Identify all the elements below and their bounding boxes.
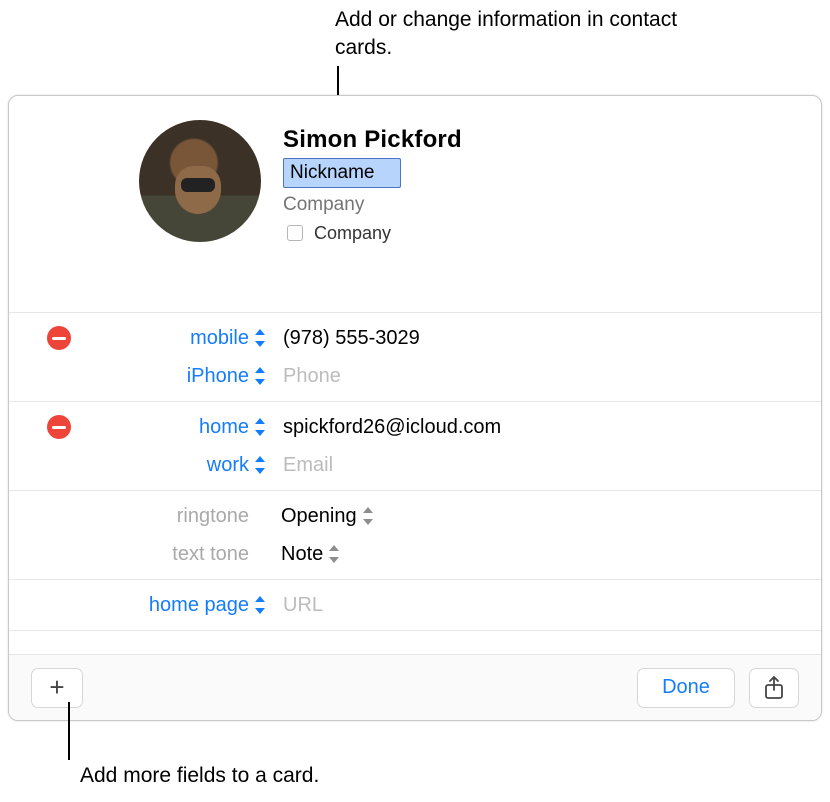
callout-add-fields: Add more fields to a card. (80, 762, 319, 790)
texttone-row: text tone Note (9, 535, 821, 573)
tones-group: ringtone Opening text tone (9, 491, 821, 580)
ringtone-value: Opening (281, 505, 357, 528)
add-field-button[interactable]: + (31, 668, 83, 708)
share-icon (763, 675, 785, 701)
homepage-value[interactable] (281, 593, 781, 618)
email-label-home[interactable]: home (53, 416, 251, 439)
phone-label-iphone[interactable]: iPhone (53, 365, 251, 388)
phone-value-mobile[interactable] (281, 326, 781, 351)
done-button[interactable]: Done (637, 668, 735, 708)
email-label-stepper[interactable] (255, 456, 267, 474)
phone-value-iphone[interactable] (281, 364, 781, 389)
company-checkbox-row: Company (283, 222, 483, 244)
select-stepper-icon (363, 507, 375, 525)
texttone-label: text tone (53, 543, 251, 566)
phone-label-stepper[interactable] (255, 329, 267, 347)
ringtone-select[interactable]: Opening (281, 505, 375, 528)
done-label: Done (662, 676, 710, 699)
select-stepper-icon (329, 545, 341, 563)
email-group: home work (9, 402, 821, 491)
share-button[interactable] (749, 668, 799, 708)
texttone-value: Note (281, 543, 323, 566)
avatar[interactable] (139, 120, 261, 242)
callout-line-bottom (68, 702, 70, 760)
plus-icon: + (49, 672, 64, 703)
phone-group: mobile iPhone (9, 313, 821, 402)
email-row-work: work (9, 446, 821, 484)
callout-edit-card: Add or change information in contact car… (335, 6, 685, 63)
homepage-label[interactable]: home page (53, 594, 251, 617)
card-header: Simon Pickford Company (9, 96, 821, 282)
homepage-group: home page (9, 580, 821, 631)
email-label-stepper[interactable] (255, 418, 267, 436)
contact-card-window: Simon Pickford Company mobile (8, 95, 822, 721)
delete-email-button[interactable] (47, 415, 71, 439)
texttone-select[interactable]: Note (281, 543, 341, 566)
phone-row-mobile: mobile (9, 319, 821, 357)
homepage-label-stepper[interactable] (255, 596, 267, 614)
company-checkbox[interactable] (287, 225, 303, 241)
name-column: Simon Pickford Company (283, 120, 483, 244)
nickname-field[interactable] (283, 158, 401, 188)
email-value-home[interactable] (281, 415, 781, 440)
email-value-work[interactable] (281, 453, 781, 478)
contact-name: Simon Pickford (283, 126, 483, 154)
ringtone-row: ringtone Opening (9, 497, 821, 535)
card-footer: + Done (9, 654, 821, 720)
ringtone-label: ringtone (53, 505, 251, 528)
phone-label-stepper[interactable] (255, 367, 267, 385)
phone-label-mobile[interactable]: mobile (53, 327, 251, 350)
email-row-home: home (9, 408, 821, 446)
homepage-row: home page (9, 586, 821, 624)
phone-row-iphone: iPhone (9, 357, 821, 395)
fields-list: mobile iPhone (9, 312, 821, 631)
company-checkbox-label: Company (314, 223, 391, 244)
delete-phone-button[interactable] (47, 326, 71, 350)
company-field[interactable] (283, 192, 483, 217)
email-label-work[interactable]: work (53, 454, 251, 477)
